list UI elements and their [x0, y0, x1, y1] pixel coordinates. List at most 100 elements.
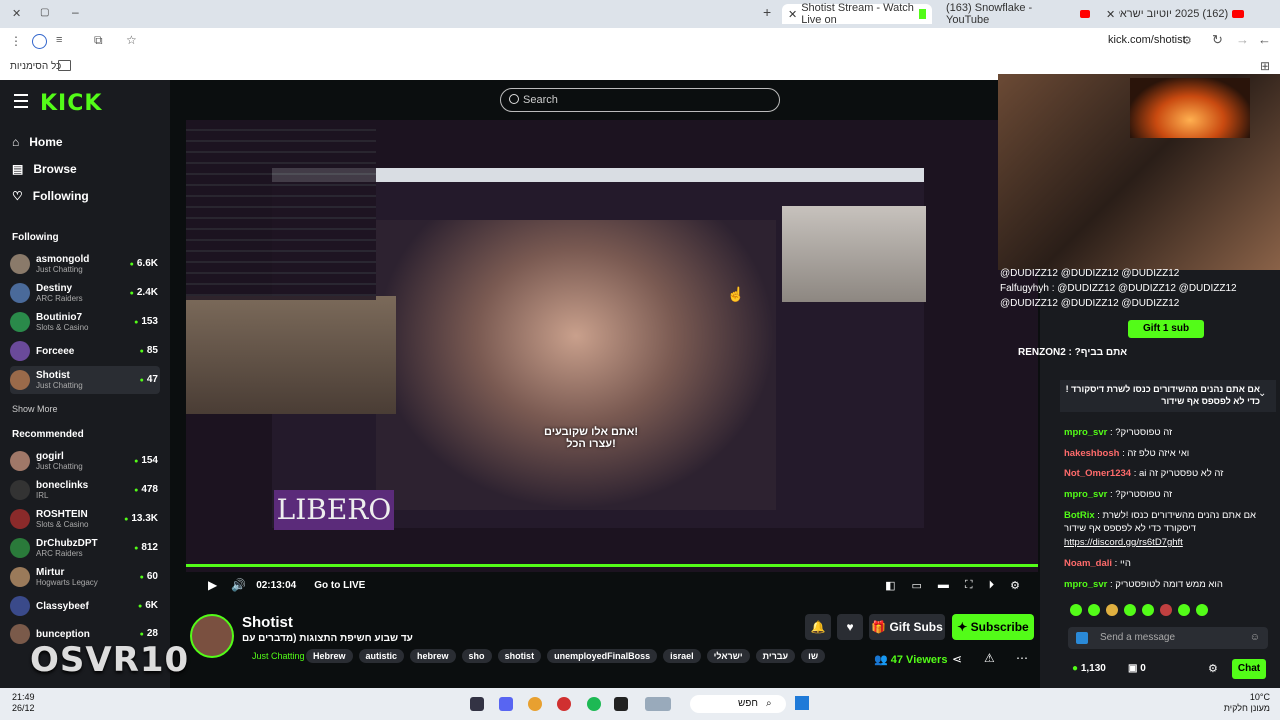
search-input[interactable]: Search	[500, 88, 780, 112]
settings-gear-icon[interactable]: ⚙	[1010, 579, 1020, 592]
kick-logo[interactable]: KICK	[40, 91, 102, 116]
emote-icon[interactable]	[1196, 604, 1208, 616]
send-chat-button[interactable]: Chat	[1232, 659, 1266, 679]
close-icon[interactable]: ✕	[1106, 8, 1115, 21]
emoji-icon[interactable]: ☺	[1250, 627, 1260, 649]
share-icon[interactable]: ⋖	[952, 652, 962, 666]
apps-grid-icon[interactable]: ⊞	[1260, 59, 1270, 73]
tag-chip[interactable]: sho	[461, 649, 492, 663]
chat-message-input[interactable]: Send a message ☺	[1068, 627, 1268, 649]
chrome-icon[interactable]	[528, 697, 542, 711]
gift-subs-button[interactable]: 🎁 Gift Subs	[869, 614, 945, 640]
tag-chip[interactable]: unemployedFinalBoss	[547, 649, 658, 663]
discord-icon[interactable]	[499, 697, 513, 711]
sidebar-channel-classybeef[interactable]: Classybeef 6K	[10, 592, 160, 620]
chat-settings-icon[interactable]: ⚙	[1208, 662, 1218, 675]
subscribe-button[interactable]: ✦ Subscribe	[952, 614, 1034, 640]
tag-chip[interactable]: ישראלי	[706, 649, 750, 663]
report-icon[interactable]: ⚠	[984, 651, 995, 665]
pinned-message[interactable]: אם אתם נהנים מהשידורים כנסו לשרת דיסקורד…	[1060, 380, 1276, 412]
nav-following[interactable]: ♡ Following	[12, 189, 89, 203]
emote-icon[interactable]	[1070, 604, 1082, 616]
taskbar-app-icon[interactable]	[645, 697, 671, 711]
cursor-hand-icon: ☝	[727, 286, 745, 302]
emote-icon[interactable]	[1142, 604, 1154, 616]
tab-kick[interactable]: ✕ Shotist Stream - Watch Live on	[782, 2, 932, 26]
tag-chip[interactable]: עברית	[755, 649, 796, 663]
extensions-icon[interactable]: ⧉	[94, 33, 103, 48]
sidebar-channel-boutinio7[interactable]: Boutinio7Slots & Casino 153	[10, 308, 160, 336]
close-icon[interactable]: ✕	[788, 8, 797, 21]
emote-icon[interactable]	[1088, 604, 1100, 616]
playlist-icon[interactable]: ≡	[56, 34, 62, 46]
forward-icon[interactable]: →	[1236, 32, 1249, 47]
discord-link[interactable]: https://discord.gg/rs6tD7ghft	[1064, 536, 1274, 549]
hamburger-menu-icon[interactable]	[14, 94, 28, 108]
profile-icon[interactable]	[32, 34, 47, 49]
theater-icon[interactable]: ▬	[938, 579, 949, 591]
emote-icon[interactable]	[1106, 604, 1118, 616]
chevron-down-icon[interactable]: ⌄	[1258, 388, 1266, 399]
weather-widget[interactable]: 10°C מעונן חלקית	[1208, 692, 1270, 714]
clock[interactable]: 21:49 26/12	[12, 692, 35, 714]
taskbar-search[interactable]: חפש ⌕	[690, 695, 786, 713]
tab-youtube-snowflake[interactable]: (163) Snowflake - YouTube	[940, 2, 1096, 26]
tag-chip[interactable]: hebrew	[410, 649, 456, 663]
sidebar-channel-destiny[interactable]: DestinyARC Raiders 2.4K	[10, 279, 160, 307]
miniplayer-icon[interactable]: ▭	[912, 579, 922, 592]
video-time: 02:13:04	[256, 579, 297, 591]
follow-heart-button[interactable]: ♥	[837, 614, 863, 640]
options-icon[interactable]: ⋯	[1016, 651, 1028, 665]
spotify-icon[interactable]	[587, 697, 601, 711]
show-more-link[interactable]: Show More	[12, 404, 58, 414]
window-maximize-icon[interactable]: ▢	[40, 7, 49, 18]
inventory-count[interactable]: ▣ 0	[1128, 663, 1146, 674]
window-close-icon[interactable]: ✕	[12, 7, 21, 20]
tag-chip[interactable]: autistic	[358, 649, 405, 663]
url-text[interactable]: kick.com/shotist	[1108, 34, 1186, 46]
clip-icon[interactable]: ◧	[885, 579, 895, 592]
tag-chip[interactable]: israel	[663, 649, 701, 663]
taskbar-app-icon[interactable]	[470, 697, 484, 711]
speed-icon[interactable]: ⏵	[989, 579, 995, 592]
reload-icon[interactable]: ↻	[1212, 32, 1223, 48]
tab-youtube-trends[interactable]: ✕ (162) 2025 יוטיוב ישראל טרנדים	[1100, 4, 1250, 24]
sidebar-channel-drchubzdpt[interactable]: DrChubzDPTARC Raiders 812	[10, 534, 160, 562]
chat-message: Not_Omer1234 : ai זה לא טפסטריק זה	[1064, 468, 1224, 479]
sidebar-channel-boneclinks[interactable]: boneclinksIRL 478	[10, 476, 160, 504]
sidebar-channel-asmongold[interactable]: asmongoldJust Chatting 6.6K	[10, 250, 160, 278]
play-icon[interactable]: ▶	[208, 578, 217, 592]
fullscreen-icon[interactable]: ⛶	[965, 579, 973, 592]
fireplace-image	[1130, 78, 1250, 138]
gift-1-sub-button[interactable]: Gift 1 sub	[1128, 320, 1204, 338]
menu-dots-icon[interactable]: ⋮	[10, 34, 22, 48]
emote-icon[interactable]	[1124, 604, 1136, 616]
tag-chip[interactable]: Hebrew	[306, 649, 353, 663]
video-progress-bar[interactable]	[186, 564, 1038, 567]
record-app-icon[interactable]	[557, 697, 571, 711]
window-minimize-icon[interactable]: –	[72, 5, 79, 19]
bookmark-star-icon[interactable]: ☆	[126, 33, 137, 47]
tag-chip[interactable]: shotist	[497, 649, 542, 663]
tag-chip[interactable]: שו	[801, 649, 826, 663]
sidebar-channel-gogirl[interactable]: gogirlJust Chatting 154	[10, 447, 160, 475]
nav-home[interactable]: ⌂ Home	[12, 135, 63, 149]
emote-icon[interactable]	[1178, 604, 1190, 616]
nav-browse[interactable]: ▤ Browse	[12, 162, 77, 176]
windows-start-icon[interactable]	[795, 696, 809, 710]
go-to-live-button[interactable]: Go to LIVE	[314, 580, 365, 591]
sidebar-channel-mirtur[interactable]: MirturHogwarts Legacy 60	[10, 563, 160, 591]
channel-points[interactable]: ● 1,130	[1072, 663, 1106, 674]
volume-icon[interactable]: 🔊	[231, 578, 246, 592]
sidebar-channel-shotist[interactable]: ShotistJust Chatting 47	[10, 366, 160, 394]
video-player[interactable]: !אתם אלו שקובעים !עצרו הכל LIBERO	[186, 120, 1038, 572]
taskbar-app-icon[interactable]	[614, 697, 628, 711]
new-tab-icon[interactable]: +	[763, 4, 771, 20]
sidebar-channel-forceee[interactable]: Forceee 85	[10, 337, 160, 365]
notification-bell-button[interactable]: 🔔	[805, 614, 831, 640]
back-icon[interactable]: ←	[1258, 32, 1271, 47]
all-bookmarks-label[interactable]: כל הסימניות	[10, 61, 61, 72]
streamer-name[interactable]: Shotist	[242, 614, 293, 631]
emote-icon[interactable]	[1160, 604, 1172, 616]
sidebar-channel-roshtein[interactable]: ROSHTEINSlots & Casino 13.3K	[10, 505, 160, 533]
